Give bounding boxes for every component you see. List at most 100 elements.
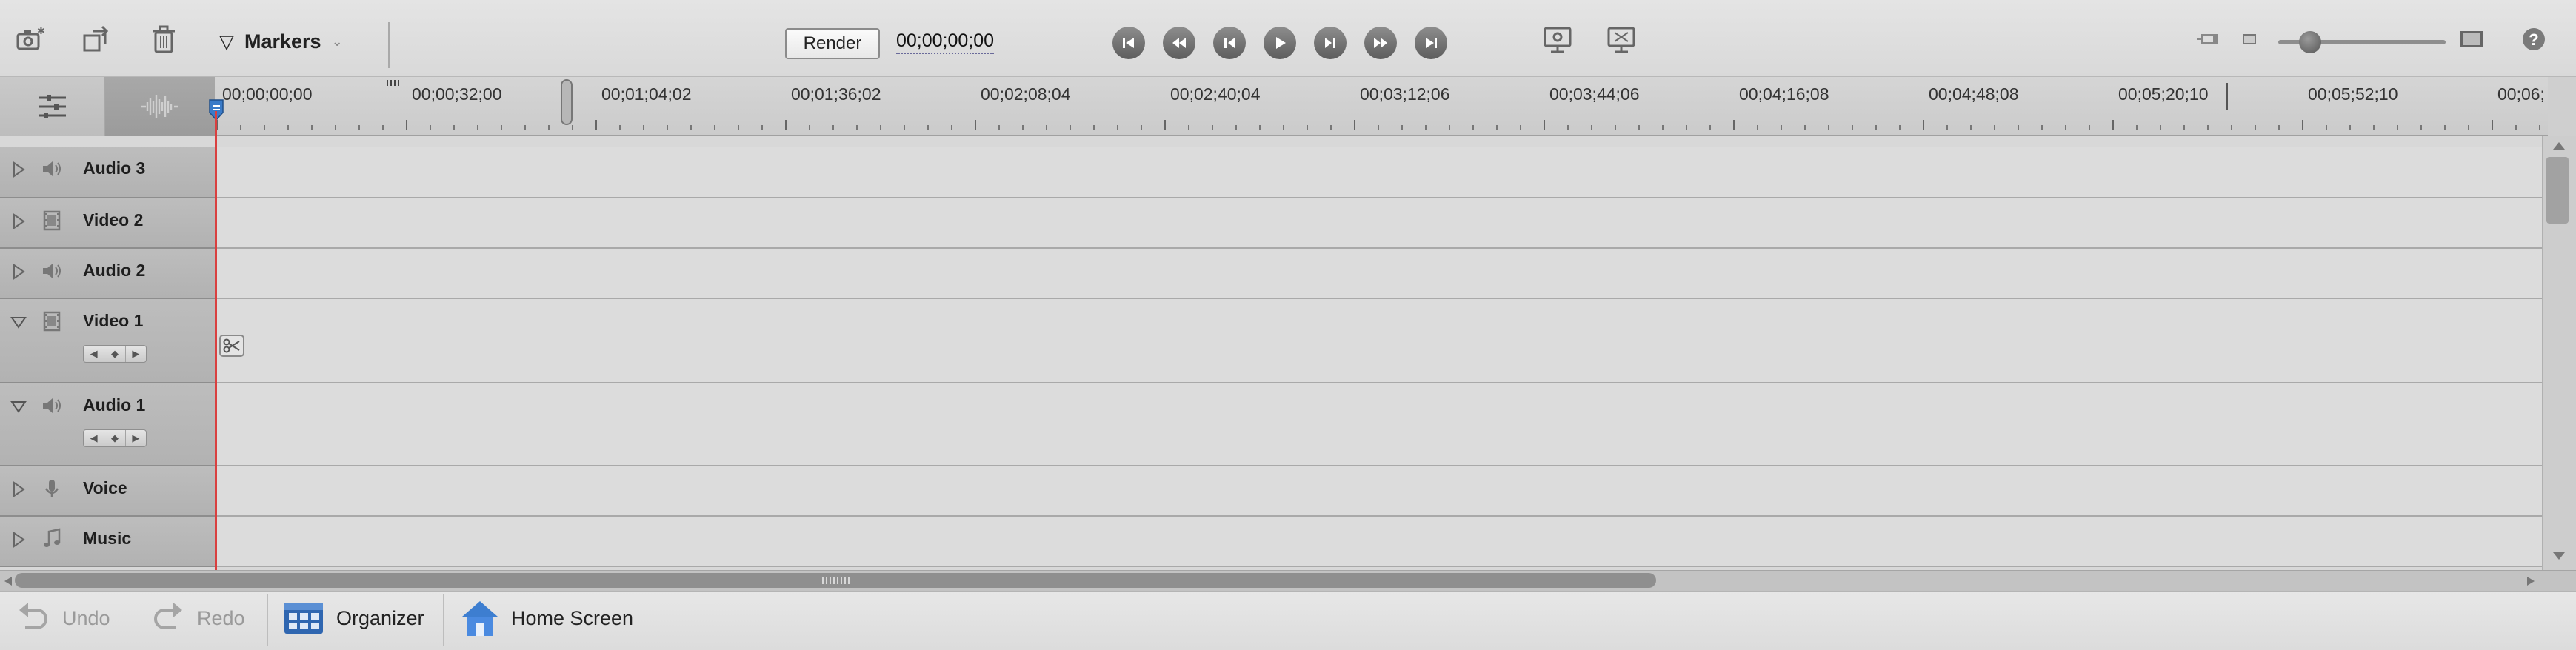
ruler-tick xyxy=(1994,125,1995,130)
trash-icon[interactable] xyxy=(147,22,181,56)
work-area-end-marker[interactable] xyxy=(2226,83,2228,110)
track-lane[interactable] xyxy=(215,466,2542,517)
work-area-grip[interactable] xyxy=(387,80,400,86)
zoom-in-icon[interactable] xyxy=(2455,22,2489,56)
timeline-toolbar: ✱ ▽ Markers ⌄ Render 00;00;00;00 ? xyxy=(0,0,2576,77)
ruler-tick xyxy=(335,125,336,130)
track-lane[interactable] xyxy=(215,198,2542,249)
ruler-tick xyxy=(1378,125,1379,130)
track-lane[interactable] xyxy=(215,517,2542,567)
prev-keyframe-icon[interactable]: ◀ xyxy=(84,430,105,446)
step-back-icon[interactable] xyxy=(1213,27,1246,59)
next-edit-icon[interactable] xyxy=(1364,27,1397,59)
ruler-tick xyxy=(2492,120,2493,130)
ruler-tick xyxy=(809,125,810,130)
help-icon[interactable]: ? xyxy=(2517,22,2551,56)
track-header: Voice xyxy=(0,466,215,517)
previous-edit-icon[interactable] xyxy=(1163,27,1195,59)
audio-mixer-button[interactable] xyxy=(105,77,215,136)
ruler-tick xyxy=(406,120,407,130)
home-screen-button[interactable]: Home Screen xyxy=(461,592,633,645)
go-to-start-icon[interactable] xyxy=(1112,27,1145,59)
vertical-scrollbar-thumb[interactable] xyxy=(2546,157,2569,224)
ruler-tick xyxy=(287,125,289,130)
ruler-tick xyxy=(1212,125,1213,130)
track-name: Video 2 xyxy=(83,210,144,229)
expand-triangle-icon[interactable] xyxy=(10,264,27,281)
scroll-left-arrow-icon[interactable] xyxy=(3,575,13,587)
scissors-icon[interactable] xyxy=(219,335,244,357)
fullscreen-monitor-icon[interactable] xyxy=(1604,22,1638,56)
track-header: Video 1 ◀ ◆ ▶ xyxy=(0,299,215,383)
step-forward-icon[interactable] xyxy=(1314,27,1347,59)
keyframe-controls[interactable]: ◀ ◆ ▶ xyxy=(83,429,147,447)
scroll-up-arrow-icon[interactable] xyxy=(2552,141,2566,151)
undo-button[interactable]: Undo xyxy=(16,592,110,645)
expand-triangle-icon[interactable] xyxy=(10,481,27,499)
collapse-triangle-icon[interactable] xyxy=(10,398,27,416)
svg-text:?: ? xyxy=(2529,30,2538,49)
timeline-ruler[interactable]: 00;00;00;00 00;00;32;00 00;01;04;02 00;01;3… xyxy=(215,77,2548,136)
zoom-out-small-icon[interactable] xyxy=(2232,22,2266,56)
ruler-tick xyxy=(2136,125,2138,130)
track-lane[interactable] xyxy=(215,299,2542,383)
ruler-time-label: 00;01;04;02 xyxy=(601,84,692,104)
ruler-tick xyxy=(761,125,763,130)
bottom-divider xyxy=(267,594,268,646)
ruler-tick xyxy=(1449,125,1450,130)
collapse-triangle-icon[interactable] xyxy=(10,314,27,332)
ruler-tick xyxy=(975,120,976,130)
ruler-tick xyxy=(240,125,241,130)
scroll-right-arrow-icon[interactable] xyxy=(2526,575,2536,587)
ruler-tick xyxy=(1117,125,1118,130)
ruler-tick xyxy=(2089,125,2090,130)
scroll-down-arrow-icon[interactable] xyxy=(2552,551,2566,561)
add-keyframe-icon[interactable]: ◆ xyxy=(104,346,126,362)
render-button[interactable]: Render xyxy=(785,28,880,59)
ruler-tick xyxy=(382,125,384,130)
ruler-tick xyxy=(1330,125,1332,130)
prev-keyframe-icon[interactable]: ◀ xyxy=(84,346,105,362)
play-icon[interactable] xyxy=(1264,27,1296,59)
markers-menu[interactable]: ▽ Markers ⌄ xyxy=(219,25,343,58)
track-lane[interactable] xyxy=(215,383,2542,466)
ruler-tick xyxy=(856,125,858,130)
go-to-end-icon[interactable] xyxy=(1415,27,1447,59)
ruler-time-label: 00;02;40;04 xyxy=(1170,84,1261,104)
ruler-tick xyxy=(738,125,739,130)
organizer-button[interactable]: Organizer xyxy=(283,592,424,645)
redo-button[interactable]: Redo xyxy=(151,592,245,645)
track-lane[interactable] xyxy=(215,147,2542,198)
rotate-icon[interactable] xyxy=(80,22,114,56)
ruler-tick xyxy=(1852,125,1853,130)
add-keyframe-icon[interactable]: ◆ xyxy=(104,430,126,446)
undo-icon xyxy=(19,603,47,629)
ruler-tick xyxy=(1757,125,1758,130)
ruler-tick xyxy=(430,125,431,130)
zoom-slider-thumb[interactable] xyxy=(2299,31,2321,53)
ruler-tick xyxy=(2539,125,2540,130)
ruler-tick xyxy=(1781,125,1782,130)
ruler-tick xyxy=(1804,125,1806,130)
timecode-field[interactable]: 00;00;00;00 xyxy=(896,30,995,54)
track-header-toolbar xyxy=(0,77,215,136)
ruler-tick xyxy=(2018,125,2019,130)
ruler-tick xyxy=(998,125,1000,130)
music-note-icon xyxy=(40,527,64,551)
expand-triangle-icon[interactable] xyxy=(10,161,27,179)
track-options-button[interactable] xyxy=(0,77,105,136)
track-lane[interactable] xyxy=(215,249,2542,299)
expand-triangle-icon[interactable] xyxy=(10,532,27,549)
work-area-handle[interactable] xyxy=(560,78,575,127)
ruler-time-label: 00;02;08;04 xyxy=(981,84,1071,104)
zoom-out-icon[interactable] xyxy=(2194,22,2228,56)
ruler-tick xyxy=(690,125,692,130)
next-keyframe-icon[interactable]: ▶ xyxy=(126,346,146,362)
camera-add-icon[interactable]: ✱ xyxy=(13,22,47,56)
expand-triangle-icon[interactable] xyxy=(10,213,27,231)
ruler-tick xyxy=(880,125,881,130)
track-header: Audio 2 xyxy=(0,249,215,299)
fit-monitor-icon[interactable] xyxy=(1541,22,1575,56)
keyframe-controls[interactable]: ◀ ◆ ▶ xyxy=(83,345,147,363)
next-keyframe-icon[interactable]: ▶ xyxy=(126,430,146,446)
